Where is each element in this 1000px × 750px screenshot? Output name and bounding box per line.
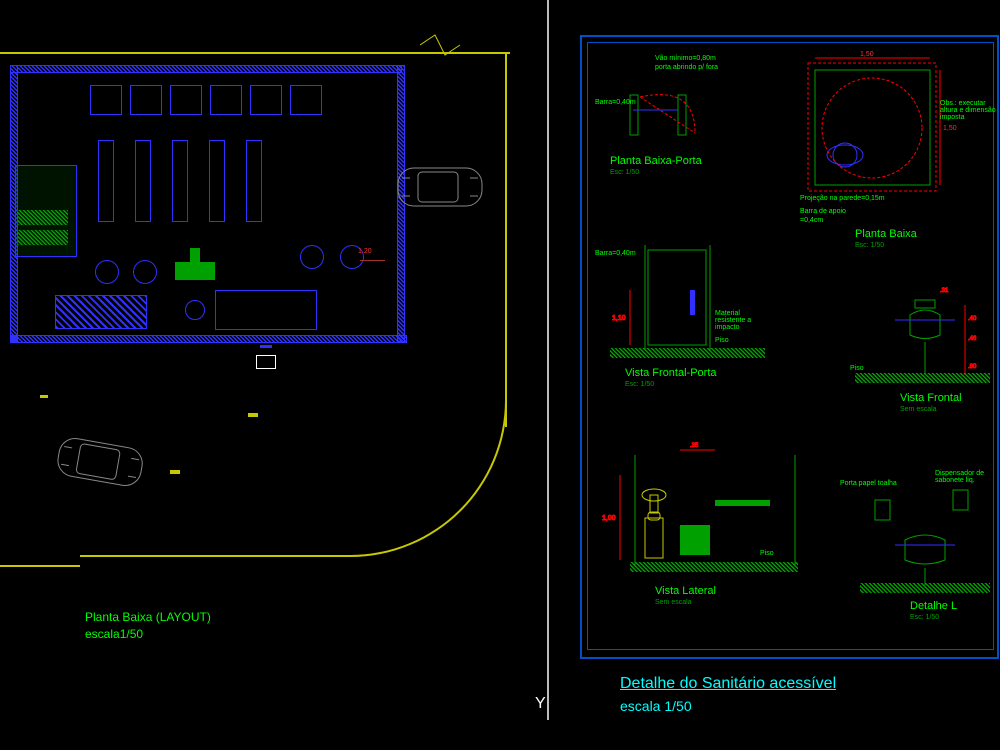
svg-text:1,50: 1,50 [943,125,957,132]
detail-planta-baixa-porta: Vão mínimo=0,80m porta abrindo p/ fora B… [600,55,740,160]
svg-text:.31: .31 [940,288,949,294]
divider [547,0,549,720]
boundary-bottom-a [0,565,80,567]
round-table [95,260,119,284]
svg-text:.40: .40 [968,316,977,322]
detail-lavatorio: Porta papel toalha Dispensador de sabone… [855,460,995,605]
svg-text:.46: .46 [968,336,977,342]
ucs-marker: Y [535,695,546,713]
fixture [90,85,122,115]
wall-bottom [10,335,407,343]
wall-top [10,65,402,73]
detail-planta-baixa: 1,50 1,50 Obs.: executar altura e dimens… [800,50,990,225]
car-parked-1 [390,160,490,215]
shelf-col [98,140,114,222]
svg-text:1,50: 1,50 [860,51,874,58]
sheet-title: Detalhe do Sanitário acessível [620,675,836,693]
boundary-right-top [505,52,507,427]
sheet-scale: escala 1/50 [620,698,692,714]
svg-text:.80: .80 [968,364,977,370]
checkout-desk [215,290,317,330]
boundary-bottom-b [80,555,290,557]
svg-text:.35: .35 [690,443,699,449]
freezer [55,295,147,329]
svg-text:1,00: 1,00 [602,515,616,522]
layout-scale: escala1/50 [85,627,143,641]
layout-title: Planta Baixa (LAYOUT) [85,610,211,624]
detail-vista-frontal-porta: 1,10 Barra=0,40m Material resistente a i… [600,235,775,380]
detail-vista-lateral: 1,00.35 Piso Vista Lateral Sem escala [600,440,810,595]
road-curve [290,400,507,557]
svg-text:1,10: 1,10 [612,315,626,322]
detail-vista-frontal: .40.46.80.31 Piso Vista Frontal Sem esca… [855,280,995,405]
cad-canvas[interactable]: 1.20 Planta Baixa (LAYOUT) escala1/50 Y … [0,0,1000,750]
car-parked-2 [46,427,154,499]
